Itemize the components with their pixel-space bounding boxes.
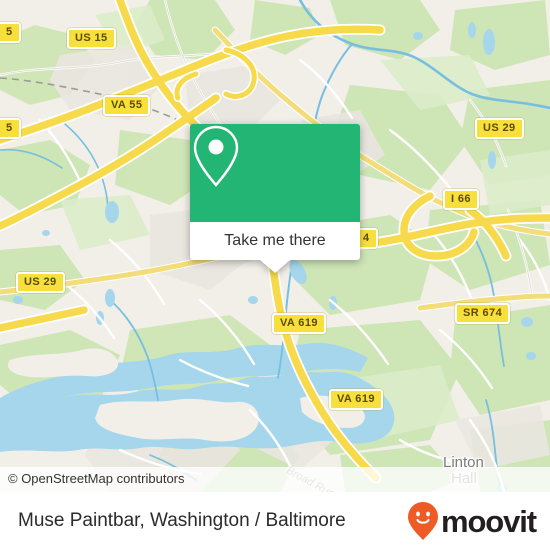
road-shield: SR 674: [455, 303, 511, 324]
road-shield: 5: [0, 22, 21, 43]
popup-pointer: [260, 260, 290, 273]
road-shield: VA 619: [329, 389, 383, 410]
location-popup-card[interactable]: Take me there: [190, 124, 360, 273]
take-me-there-label: Take me there: [224, 232, 326, 249]
road-shield: US 29: [475, 118, 524, 139]
moovit-smiley-pin-icon: [407, 502, 438, 540]
map-canvas[interactable]: 5 US 15 VA 55 5 US 29 I 66 4 US 29 VA 619 SR 674 V…: [0, 0, 550, 492]
road-shield: 5: [0, 118, 21, 139]
road-shield: US 15: [67, 28, 116, 49]
map-screenshot: 5 US 15 VA 55 5 US 29 I 66 4 US 29 VA 619 SR 674 V…: [0, 0, 550, 550]
road-shield: I 66: [443, 189, 479, 210]
road-shield: US 29: [16, 272, 65, 293]
road-shield: VA 55: [103, 95, 151, 116]
footer-title: Muse Paintbar, Washington / Baltimore: [18, 510, 346, 531]
map-pin-icon: [193, 125, 239, 187]
map-attribution[interactable]: © OpenStreetMap contributors: [0, 467, 550, 492]
moovit-logo[interactable]: moovit: [407, 501, 537, 541]
road-shield: VA 619: [272, 313, 326, 334]
popup-action-bar[interactable]: Take me there: [190, 222, 360, 273]
road-shield: 4: [357, 228, 378, 249]
popup-header: [190, 124, 360, 222]
footer-bar: Muse Paintbar, Washington / Baltimore mo…: [0, 492, 550, 550]
moovit-wordmark: moovit: [440, 503, 537, 539]
